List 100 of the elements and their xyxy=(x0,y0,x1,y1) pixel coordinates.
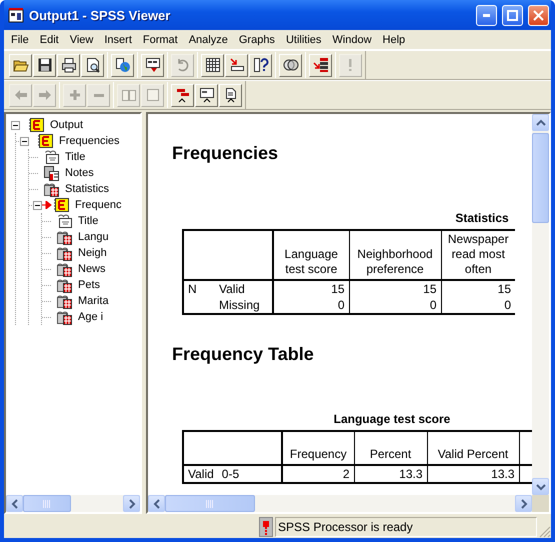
tree-item[interactable]: News xyxy=(78,263,106,275)
scroll-thumb[interactable] xyxy=(165,495,255,512)
tree-item[interactable]: Marita xyxy=(78,295,109,307)
menu-item[interactable]: Analyze xyxy=(184,34,234,46)
scroll-left-button[interactable] xyxy=(6,495,23,512)
tree-item[interactable]: Output xyxy=(50,119,84,131)
tree-item[interactable]: Statistics xyxy=(65,183,110,195)
column-header: Language test score xyxy=(273,230,349,280)
table-icon xyxy=(43,181,60,197)
table-icon xyxy=(56,309,73,325)
toolbar-button[interactable] xyxy=(171,84,194,106)
grid-icon xyxy=(204,57,220,73)
toolbar-button[interactable] xyxy=(195,84,218,106)
save-icon xyxy=(36,57,52,73)
title-page-icon xyxy=(56,213,73,229)
print-preview-icon xyxy=(84,57,100,73)
scroll-down-button[interactable] xyxy=(532,478,549,495)
toolbar-button[interactable] xyxy=(141,54,164,76)
folder-book-icon xyxy=(53,197,70,213)
horizontal-scrollbar[interactable] xyxy=(6,495,140,512)
column-header: Newspaper read most often xyxy=(441,230,515,280)
maximize-button[interactable] xyxy=(502,4,523,26)
row-group: Valid xyxy=(188,467,214,481)
table-icon xyxy=(56,245,73,261)
menu-item[interactable]: Edit xyxy=(34,34,65,46)
scroll-thumb[interactable] xyxy=(23,495,71,512)
tree-item[interactable]: Title xyxy=(78,215,98,227)
toolbar-button[interactable] xyxy=(81,54,104,76)
scroll-thumb[interactable] xyxy=(532,133,549,223)
tree-item[interactable]: Pets xyxy=(78,279,100,291)
toolbar-button[interactable] xyxy=(219,84,242,106)
toolbar-button[interactable] xyxy=(309,54,332,76)
tree-item[interactable]: Langu xyxy=(78,231,109,243)
toolbar-button[interactable] xyxy=(249,54,272,76)
menu-item[interactable]: File xyxy=(6,34,35,46)
tree-item[interactable]: Frequencies xyxy=(59,135,120,147)
tree-item[interactable]: Age i xyxy=(78,311,104,323)
collapse-icon[interactable] xyxy=(20,136,29,146)
column-header: Valid Percent xyxy=(427,431,519,465)
grip-icon xyxy=(206,500,214,508)
section-heading: Frequency Table xyxy=(172,344,315,365)
menu-item[interactable]: Format xyxy=(138,34,184,46)
collapse-icon[interactable] xyxy=(33,200,42,210)
toolbar-button[interactable] xyxy=(111,54,134,76)
table-cell: 0 xyxy=(349,297,441,314)
toolbar-button[interactable] xyxy=(201,54,224,76)
horizontal-scrollbar[interactable] xyxy=(148,495,549,512)
menu-item[interactable]: Utilities xyxy=(280,34,328,46)
collapse-icon[interactable] xyxy=(11,120,20,130)
table-cell: 2 xyxy=(282,465,354,483)
column-header: Percent xyxy=(354,431,427,465)
dialog-recall-icon xyxy=(144,57,160,73)
menu-item[interactable]: Help xyxy=(378,34,412,46)
forward-arrow-icon xyxy=(36,87,52,103)
tree-item[interactable]: Neigh xyxy=(78,247,107,259)
close-icon xyxy=(533,10,544,20)
vertical-scrollbar[interactable] xyxy=(532,114,549,495)
folder-book-icon xyxy=(28,117,45,133)
printer-icon xyxy=(60,57,76,73)
status-text: SPSS Processor is ready xyxy=(275,517,537,537)
menu-item[interactable]: Insert xyxy=(99,34,138,46)
tree-item[interactable]: Title xyxy=(65,151,86,163)
column-header: Frequency xyxy=(282,431,354,465)
table-title: Statistics xyxy=(454,211,510,225)
table-title: Language test score xyxy=(332,412,452,426)
resize-grip-icon[interactable] xyxy=(539,526,551,538)
table-cell: 0 xyxy=(273,297,349,314)
toolbar-button[interactable] xyxy=(279,54,302,76)
section-heading: Frequencies xyxy=(172,143,280,164)
menu-item[interactable]: Graphs xyxy=(234,34,281,46)
exclamation-icon xyxy=(349,58,352,72)
window-title: Output1 - SPSS Viewer xyxy=(29,8,172,22)
row-label: Missing xyxy=(219,298,260,312)
scroll-right-button[interactable] xyxy=(515,495,532,512)
toolbar-button[interactable] xyxy=(57,54,80,76)
toolbar-button[interactable] xyxy=(225,54,248,76)
minimize-icon xyxy=(483,14,490,16)
table-cell: 15 xyxy=(273,280,349,297)
scroll-right-button[interactable] xyxy=(123,495,140,512)
scroll-left-button[interactable] xyxy=(148,495,165,512)
variable-help-icon xyxy=(252,57,268,73)
toolbar-button[interactable] xyxy=(33,54,56,76)
table-cell: 0 xyxy=(441,297,515,314)
row-group: N xyxy=(188,282,197,296)
maximize-icon xyxy=(507,10,518,20)
title-page-icon xyxy=(43,149,60,165)
table-icon xyxy=(56,277,73,293)
table-cell: 13.3 xyxy=(354,465,427,483)
toolbar-button[interactable] xyxy=(9,54,32,76)
table-icon xyxy=(56,261,73,277)
menu-item[interactable]: Window xyxy=(327,34,378,46)
tree-item[interactable]: Notes xyxy=(65,167,94,179)
screen-icon xyxy=(198,87,214,103)
scroll-up-button[interactable] xyxy=(532,114,549,131)
scrollbar-corner xyxy=(532,495,549,512)
close-button[interactable] xyxy=(528,4,549,26)
menu-item[interactable]: View xyxy=(64,34,100,46)
minimize-button[interactable] xyxy=(476,4,497,26)
table-cell: 15 xyxy=(349,280,441,297)
tree-item[interactable]: Frequenc xyxy=(75,199,122,211)
